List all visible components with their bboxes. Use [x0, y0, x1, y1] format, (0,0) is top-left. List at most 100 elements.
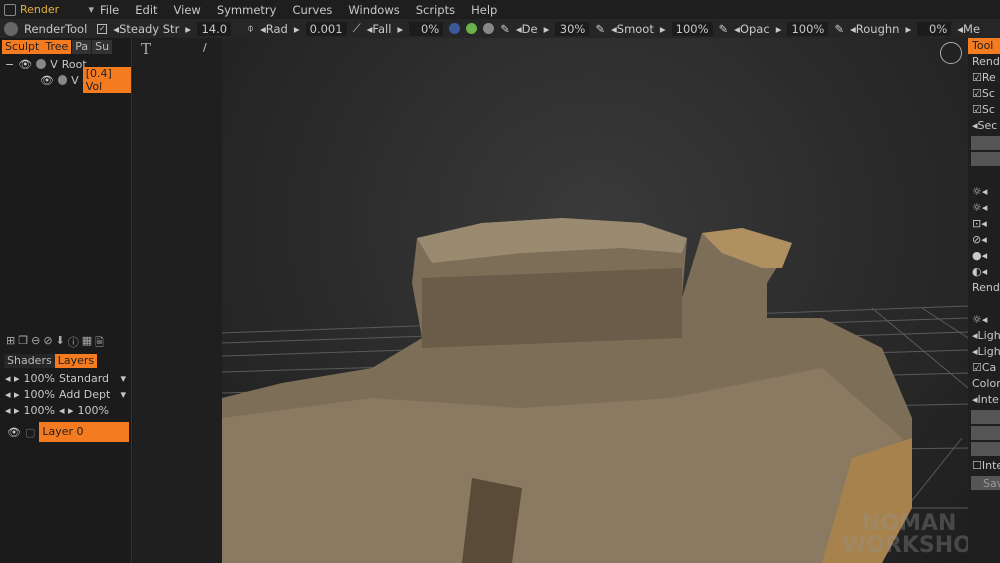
mode-selector[interactable]: Render ▾	[0, 3, 100, 16]
tool-column: T /	[133, 38, 222, 563]
tab-tool[interactable]: Tool	[968, 38, 1000, 54]
tab-paint[interactable]: Pa	[72, 40, 92, 54]
ghost-icon	[57, 75, 68, 85]
color-swatch[interactable]	[971, 426, 1000, 440]
menu-view[interactable]: View	[174, 3, 201, 17]
cast-checkbox[interactable]: ☑Ca	[968, 360, 1000, 376]
rad-label[interactable]: ◂Rad ▸	[260, 22, 300, 36]
tree-item-volume[interactable]: 👁 V [0.4] Vol	[0, 67, 131, 93]
menu-scripts[interactable]: Scripts	[416, 3, 455, 17]
tool-name: RenderTool	[24, 21, 88, 36]
lock-icon[interactable]: ▢	[25, 426, 35, 439]
layer-name[interactable]: Layer 0	[39, 422, 130, 442]
roughness-value[interactable]: 0%	[917, 21, 952, 36]
save-button[interactable]: Sav	[971, 476, 1000, 490]
merge-icon[interactable]: ⬇	[56, 334, 65, 353]
mode-label: Render	[20, 3, 60, 16]
depth-value[interactable]: 30%	[555, 21, 590, 36]
menu-curves[interactable]: Curves	[292, 3, 332, 17]
opacity-label[interactable]: ◂Opac ▸	[734, 22, 781, 36]
mouse-icon: ⌽	[247, 21, 254, 35]
tab-surface[interactable]: Su	[92, 40, 113, 54]
grid-icon[interactable]: ▦	[82, 334, 92, 353]
menu-symmetry[interactable]: Symmetry	[217, 3, 277, 17]
steady-label[interactable]: ◂Steady Str ▸	[113, 22, 191, 36]
light-setting[interactable]: ●◂	[968, 248, 1000, 264]
more-label[interactable]: ◂Me	[957, 22, 986, 36]
light-setting[interactable]: ⊡◂	[968, 216, 1000, 232]
tool-options-bar: RenderTool ✓ ◂Steady Str ▸ 14.0 ⌽ ◂Rad ▸ 0…	[0, 19, 1000, 38]
watermark: NOMANWORKSHOP	[841, 511, 968, 558]
light-slider[interactable]: ◂Ligh	[968, 344, 1000, 360]
menubar: Render ▾ File Edit View Symmetry Curves W…	[0, 0, 1000, 19]
fall-value[interactable]: 0%	[409, 21, 444, 36]
intensity-slider[interactable]: ◂Inte	[968, 392, 1000, 408]
right-panel: Tool Rende ☑Re ☑Sc ☑Sc ◂Sec ☼◂ ☼◂ ⊡◂ ⊘◂ …	[968, 38, 1000, 563]
layer-depth-row[interactable]: ◂ ▸ 100% Add Dept ▾	[0, 386, 130, 402]
fall-label[interactable]: ◂Fall ▸	[367, 22, 404, 36]
layer-tabs: Shaders Layers	[4, 354, 98, 368]
sphere-icon[interactable]	[449, 23, 461, 34]
light-setting[interactable]: ⊘◂	[968, 232, 1000, 248]
tab-sculpt[interactable]: Sculpt	[2, 40, 43, 54]
tab-shaders[interactable]: Shaders	[4, 354, 55, 368]
tab-tree[interactable]: Tree	[42, 40, 72, 54]
brush-icon[interactable]: /	[203, 41, 207, 54]
light-setting[interactable]: ☼◂	[968, 200, 1000, 216]
material-icon[interactable]	[483, 23, 495, 34]
ghost-icon	[36, 59, 47, 69]
render-button[interactable]	[971, 136, 1000, 150]
info-icon[interactable]: ⓘ	[68, 334, 79, 353]
light-slider[interactable]: ◂Ligh	[968, 328, 1000, 344]
opacity-value[interactable]: 100%	[787, 21, 829, 36]
eye-icon[interactable]: 👁	[18, 58, 32, 71]
light-setting[interactable]: ☼◂	[968, 184, 1000, 200]
3d-viewport[interactable]: NOMANWORKSHOP	[222, 38, 968, 563]
clear-icon[interactable]: ⊘	[43, 334, 52, 353]
file-icon[interactable]: 🗎	[95, 334, 104, 353]
light-setting[interactable]: ◐◂	[968, 264, 1000, 280]
menu-file[interactable]: File	[100, 3, 119, 17]
render-button-2[interactable]	[971, 152, 1000, 166]
tab-layers[interactable]: Layers	[54, 354, 98, 368]
rock-sculpture	[222, 218, 912, 563]
steady-value[interactable]: 14.0	[197, 21, 232, 36]
green-dot-icon[interactable]	[466, 23, 478, 34]
roughness-label[interactable]: ◂Roughn ▸	[850, 22, 911, 36]
menu-windows[interactable]: Windows	[348, 3, 399, 17]
light-icon-row[interactable]: ☼◂	[968, 312, 1000, 328]
camera-icon[interactable]	[940, 42, 962, 64]
color-swatch[interactable]	[971, 410, 1000, 424]
color-label: Color	[972, 377, 1000, 390]
pencil-icon[interactable]: ✎	[595, 22, 605, 36]
left-panel: Sculpt Tree Pa Su − 👁 V Root 👁 V [0.4] Vol ⊞ ❐…	[0, 38, 132, 563]
menu-help[interactable]: Help	[471, 3, 497, 17]
smooth-label[interactable]: ◂Smoot ▸	[611, 22, 666, 36]
color-swatch[interactable]	[971, 442, 1000, 456]
minus-icon[interactable]: ⊖	[31, 334, 40, 353]
rad-value[interactable]: 0.001	[305, 21, 347, 36]
pencil-icon[interactable]: ✎	[500, 22, 510, 36]
sec-slider[interactable]: ◂Sec	[968, 118, 1000, 134]
eye-icon[interactable]: 👁	[7, 426, 21, 439]
depth-label[interactable]: ◂De ▸	[516, 22, 550, 36]
menu-edit[interactable]: Edit	[135, 3, 157, 17]
scene	[222, 218, 968, 563]
eye-icon[interactable]: 👁	[40, 74, 54, 87]
layer-color-row[interactable]: ◂ ▸ 100% ◂ ▸ 100%	[0, 402, 130, 418]
option-checkbox[interactable]: ☑Sc	[968, 86, 1000, 102]
text-tool-icon[interactable]: T	[141, 40, 151, 58]
smooth-value[interactable]: 100%	[671, 21, 713, 36]
pencil-icon[interactable]: ✎	[719, 22, 729, 36]
render-label: Rende	[972, 55, 1000, 68]
layer-item[interactable]: 👁 ▢ Layer 0	[2, 422, 130, 442]
layer-tools: ⊞ ❐ ⊖ ⊘ ⬇ ⓘ ▦ 🗎	[6, 334, 104, 353]
add-icon[interactable]: ⊞	[6, 334, 15, 353]
copy-icon[interactable]: ❐	[18, 334, 28, 353]
option-checkbox[interactable]: ☑Re	[968, 70, 1000, 86]
steady-checkbox[interactable]: ✓	[97, 23, 108, 34]
inte-checkbox[interactable]: ☐Inte	[968, 458, 1000, 474]
option-checkbox[interactable]: ☑Sc	[968, 102, 1000, 118]
layer-opacity-row[interactable]: ◂ ▸ 100% Standard ▾	[0, 370, 130, 386]
pencil-icon[interactable]: ✎	[834, 22, 844, 36]
